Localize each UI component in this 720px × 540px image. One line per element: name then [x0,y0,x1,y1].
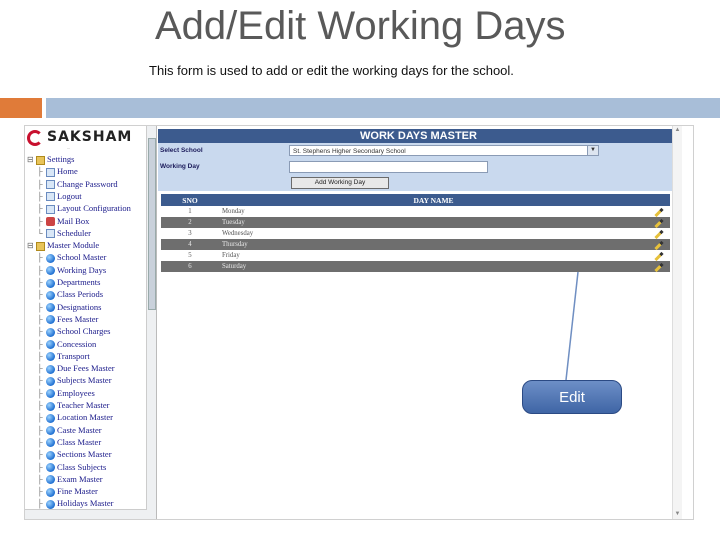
callout-connector [565,271,579,381]
edit-callout: Edit [522,380,622,414]
callout-connector-line [565,271,579,381]
